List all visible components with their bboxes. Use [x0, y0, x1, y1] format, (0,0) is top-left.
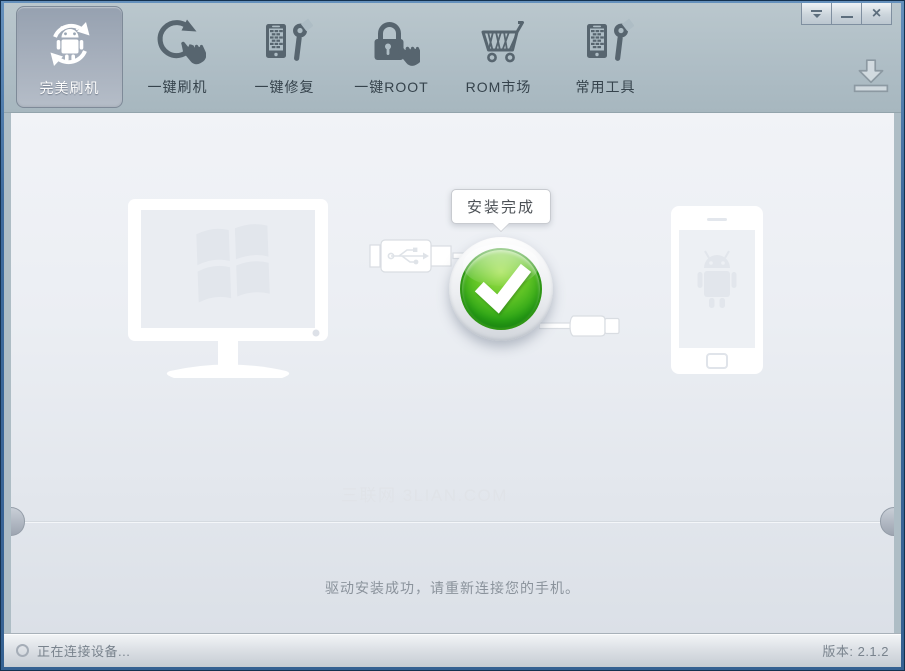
computer-monitor-illustration [126, 199, 336, 388]
tab-one-key-root[interactable]: 一键ROOT [338, 3, 445, 112]
version-label: 版本: 2.1.2 [822, 644, 889, 659]
main-toolbar: 完美刷机 一键刷机 一键修复 一键ROOT ROM市场 常用工具 [4, 3, 901, 113]
connection-status-text: 正在连接设备... [37, 644, 131, 659]
menu-icon [810, 9, 823, 18]
tab-label: 完美刷机 [39, 80, 100, 96]
tab-rom-market[interactable]: ROM市场 [445, 3, 552, 112]
close-button[interactable]: × [861, 3, 892, 25]
check-icon [474, 263, 532, 314]
app-body: 完美刷机 一键刷机 一键修复 一键ROOT ROM市场 常用工具 × 安装完成 … [4, 3, 901, 667]
tab-label: ROM市场 [465, 79, 532, 95]
micro-usb-plug-illustration [538, 310, 625, 347]
tab-perfect-flash[interactable]: 完美刷机 [16, 6, 123, 108]
connecting-spinner-icon [16, 644, 29, 657]
left-panel-handle[interactable] [11, 507, 25, 536]
tab-label: 一键ROOT [354, 79, 429, 95]
section-divider [11, 521, 894, 523]
tab-label: 常用工具 [575, 79, 636, 95]
refresh-hand-icon [150, 15, 206, 71]
driver-status-message: 驱动安装成功，请重新连接您的手机。 [325, 580, 580, 596]
status-bar: 正在连接设备... 版本: 2.1.2 [4, 633, 901, 667]
watermark-text: 三联网 3LIAN.COM [341, 486, 508, 505]
phone-wrench-icon [578, 15, 634, 71]
phone-wrench-icon [257, 15, 313, 71]
tab-label: 一键修复 [254, 79, 315, 95]
lock-hand-icon [364, 15, 420, 71]
tab-one-key-flash[interactable]: 一键刷机 [124, 3, 231, 112]
tab-common-tools[interactable]: 常用工具 [552, 3, 659, 112]
window-controls: × [801, 3, 892, 25]
success-check-button[interactable] [449, 237, 553, 341]
minimize-icon [840, 15, 853, 18]
android-refresh-icon [42, 16, 98, 72]
right-panel-handle[interactable] [880, 507, 894, 536]
install-complete-tooltip: 安装完成 [450, 189, 552, 232]
close-icon: × [871, 4, 882, 22]
app-window: 完美刷机 一键刷机 一键修复 一键ROOT ROM市场 常用工具 × 安装完成 … [0, 0, 905, 671]
android-phone-illustration [671, 206, 763, 379]
minimize-button[interactable] [831, 3, 862, 25]
tab-one-key-repair[interactable]: 一键修复 [231, 3, 338, 112]
download-button[interactable] [852, 58, 890, 99]
main-content: 安装完成 三联网 3LIAN.COM 驱动安装成功，请重新连接您的手机。 [11, 113, 894, 633]
menu-button[interactable] [801, 3, 832, 25]
tab-label: 一键刷机 [147, 79, 208, 95]
shopping-cart-icon [471, 15, 527, 71]
download-icon [853, 59, 889, 93]
